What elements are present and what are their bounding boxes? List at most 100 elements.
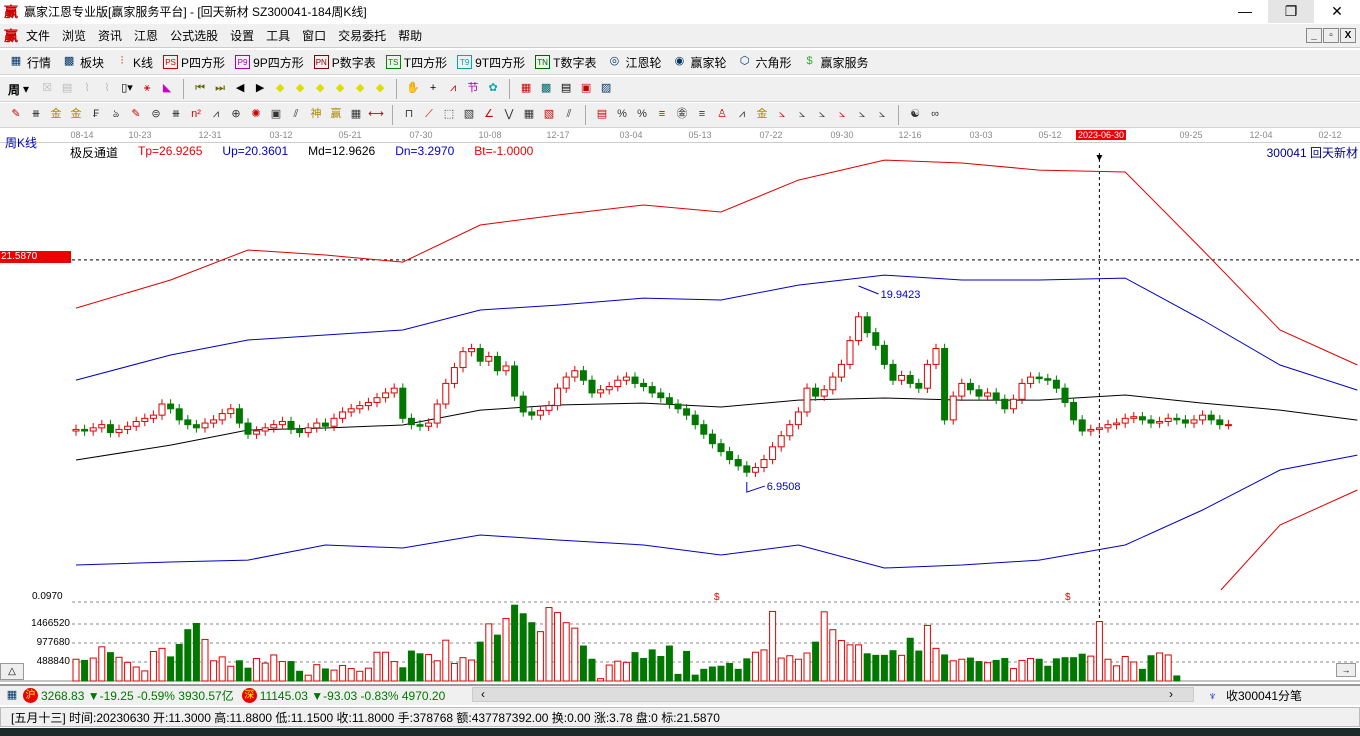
menu-item[interactable]: 工具 xyxy=(266,27,290,44)
drawing-tool-icon[interactable]: ⧻ xyxy=(28,107,44,123)
drawing-tool-icon[interactable]: ⦣ xyxy=(774,107,790,123)
menu-item[interactable]: 资讯 xyxy=(98,27,122,44)
drawing-tool-icon[interactable]: ⦣ xyxy=(814,107,830,123)
drawing-tool-icon[interactable]: ≡ xyxy=(694,107,710,123)
drawing-tool-icon[interactable]: ⫽ xyxy=(288,107,304,123)
sz-index[interactable]: 11145.03 ▼-93.03 -0.83% 4970.20 xyxy=(260,689,446,703)
hand-icon[interactable]: ✋ xyxy=(405,81,421,97)
drawing-tool-icon[interactable]: ✎ xyxy=(128,107,144,123)
menu-item[interactable]: 设置 xyxy=(230,27,254,44)
drawing-tool-icon[interactable]: ▣ xyxy=(268,107,284,123)
drawing-tool-icon[interactable]: ✺ xyxy=(248,107,264,123)
period-selector[interactable]: 周 ▾ xyxy=(8,81,29,98)
toolbar-item[interactable]: ▩ 板块 xyxy=(61,54,104,71)
drawing-tool-icon[interactable]: ⊓ xyxy=(401,107,417,123)
menu-item[interactable]: 公式选股 xyxy=(170,27,218,44)
mdi-close-button[interactable]: X xyxy=(1340,28,1356,43)
drawing-tool-icon[interactable]: % xyxy=(614,107,630,123)
toolbar-item[interactable]: ▦ 行情 xyxy=(8,54,51,71)
toolbar-item[interactable]: ⫶ K线 xyxy=(114,54,153,71)
drawing-tool-icon[interactable]: ঌ xyxy=(108,107,124,123)
calendar-icon[interactable]: ▦ xyxy=(518,81,534,97)
drawing-tool-icon[interactable]: ⩘ xyxy=(208,107,224,123)
zoom-v-icon[interactable]: ◆ xyxy=(352,81,368,97)
drawing-tool-icon[interactable]: ▦ xyxy=(521,107,537,123)
save-icon[interactable]: ▣ xyxy=(578,81,594,97)
crosshair-icon[interactable]: + xyxy=(425,81,441,97)
drawing-tool-icon[interactable]: ⊕ xyxy=(228,107,244,123)
toolbar-item[interactable]: TS T四方形 xyxy=(385,54,447,71)
drawing-tool-icon[interactable]: 神 xyxy=(308,107,324,123)
tick-detail-label[interactable]: 收300041分笔 xyxy=(1226,687,1302,704)
drawing-tool-icon[interactable]: ♙ xyxy=(714,107,730,123)
menu-item[interactable]: 帮助 xyxy=(398,27,422,44)
drawing-tool-icon[interactable]: ⟷ xyxy=(368,107,384,123)
festival-icon[interactable]: 节 xyxy=(465,81,481,97)
drawing-tool-icon[interactable]: ⫽ xyxy=(561,107,577,123)
drawing-tool-icon[interactable]: ⩘ xyxy=(734,107,750,123)
horizontal-scrollbar[interactable]: ‹ › xyxy=(472,687,1194,702)
drawing-tool-icon[interactable]: ∠ xyxy=(481,107,497,123)
drawing-tool-icon[interactable]: ☯ xyxy=(907,107,923,123)
calculator-icon[interactable]: ▩ xyxy=(538,81,554,97)
candle-type-icon[interactable]: ▯▾ xyxy=(119,81,135,97)
toolbar-item[interactable]: TN T数字表 xyxy=(535,54,596,71)
scroll-right-button[interactable]: → xyxy=(1336,663,1356,677)
drawing-tool-icon[interactable]: 金 xyxy=(754,107,770,123)
toolbar-item[interactable]: P9 9P四方形 xyxy=(235,54,304,71)
menu-item[interactable]: 交易委托 xyxy=(338,27,386,44)
drawing-tool-icon[interactable]: 赢 xyxy=(328,107,344,123)
overlay-icon[interactable]: ☒ xyxy=(39,81,55,97)
expand-pane-button[interactable]: △ xyxy=(0,663,24,680)
menu-item[interactable]: 浏览 xyxy=(62,27,86,44)
drawing-tool-icon[interactable]: ₣ xyxy=(88,107,104,123)
menu-item[interactable]: 江恩 xyxy=(134,27,158,44)
restore-button[interactable]: ❐ xyxy=(1268,0,1314,23)
move-left-icon[interactable]: ◆ xyxy=(272,81,288,97)
drawing-tool-icon[interactable]: ∞ xyxy=(927,107,943,123)
toolbar-item[interactable]: $ 赢家服务 xyxy=(802,54,868,71)
drawing-tool-icon[interactable]: ▦ xyxy=(348,107,364,123)
close-button[interactable]: ✕ xyxy=(1314,0,1360,23)
right-icon[interactable]: ▶ xyxy=(252,81,268,97)
drawing-tool-icon[interactable]: ⦣ xyxy=(874,107,890,123)
draw-icon[interactable]: ⩘ xyxy=(445,81,461,97)
toolbar-item[interactable]: T9 9T四方形 xyxy=(457,54,525,71)
drawing-tool-icon[interactable]: ⧻ xyxy=(168,107,184,123)
last-icon[interactable]: ⏭ xyxy=(212,81,228,97)
drawing-tool-icon[interactable]: n² xyxy=(188,107,204,123)
left-icon[interactable]: ◀ xyxy=(232,81,248,97)
drawing-tool-icon[interactable]: ㊎ xyxy=(674,107,690,123)
astro-icon[interactable]: ✿ xyxy=(485,81,501,97)
first-icon[interactable]: ⏮ xyxy=(192,81,208,97)
print-icon[interactable]: ▨ xyxy=(598,81,614,97)
zoom-h-icon[interactable]: ◆ xyxy=(312,81,328,97)
toolbar-item[interactable]: ⬡ 六角形 xyxy=(737,54,792,71)
extreme-icon[interactable]: ⚹ xyxy=(139,81,155,97)
drawing-tool-icon[interactable]: ✎ xyxy=(8,107,24,123)
scroll-left-icon[interactable]: ‹ xyxy=(481,687,485,701)
info-icon[interactable]: ▤ xyxy=(59,81,75,97)
zoom-all-icon[interactable]: ◆ xyxy=(372,81,388,97)
menu-item[interactable]: 文件 xyxy=(26,27,50,44)
drawing-tool-icon[interactable]: ⦣ xyxy=(794,107,810,123)
drawing-tool-icon[interactable]: 金 xyxy=(48,107,64,123)
mdi-minimize-button[interactable]: _ xyxy=(1306,28,1322,43)
line3-icon[interactable]: ⌇ xyxy=(79,81,95,97)
kline-chart[interactable]: 19.9423 6.9508 $ $ xyxy=(0,143,1360,683)
toolbar-item[interactable]: ◉ 赢家轮 xyxy=(671,54,727,71)
histogram-icon[interactable]: ◣ xyxy=(159,81,175,97)
drawing-tool-icon[interactable]: ⦣ xyxy=(834,107,850,123)
drawing-tool-icon[interactable]: ▧ xyxy=(541,107,557,123)
mdi-restore-button[interactable]: ▫ xyxy=(1323,28,1339,43)
menu-item[interactable]: 窗口 xyxy=(302,27,326,44)
drawing-tool-icon[interactable]: ⬚ xyxy=(441,107,457,123)
notes-icon[interactable]: ▤ xyxy=(558,81,574,97)
scroll-right-icon[interactable]: › xyxy=(1169,687,1173,701)
drawing-tool-icon[interactable]: ⋁ xyxy=(501,107,517,123)
drawing-tool-icon[interactable]: ≡ xyxy=(654,107,670,123)
toolbar-item[interactable]: PN P数字表 xyxy=(313,54,376,71)
toolbar-item[interactable]: PS P四方形 xyxy=(163,54,225,71)
shrink-h-icon[interactable]: ◆ xyxy=(332,81,348,97)
drawing-tool-icon[interactable]: ⦣ xyxy=(854,107,870,123)
